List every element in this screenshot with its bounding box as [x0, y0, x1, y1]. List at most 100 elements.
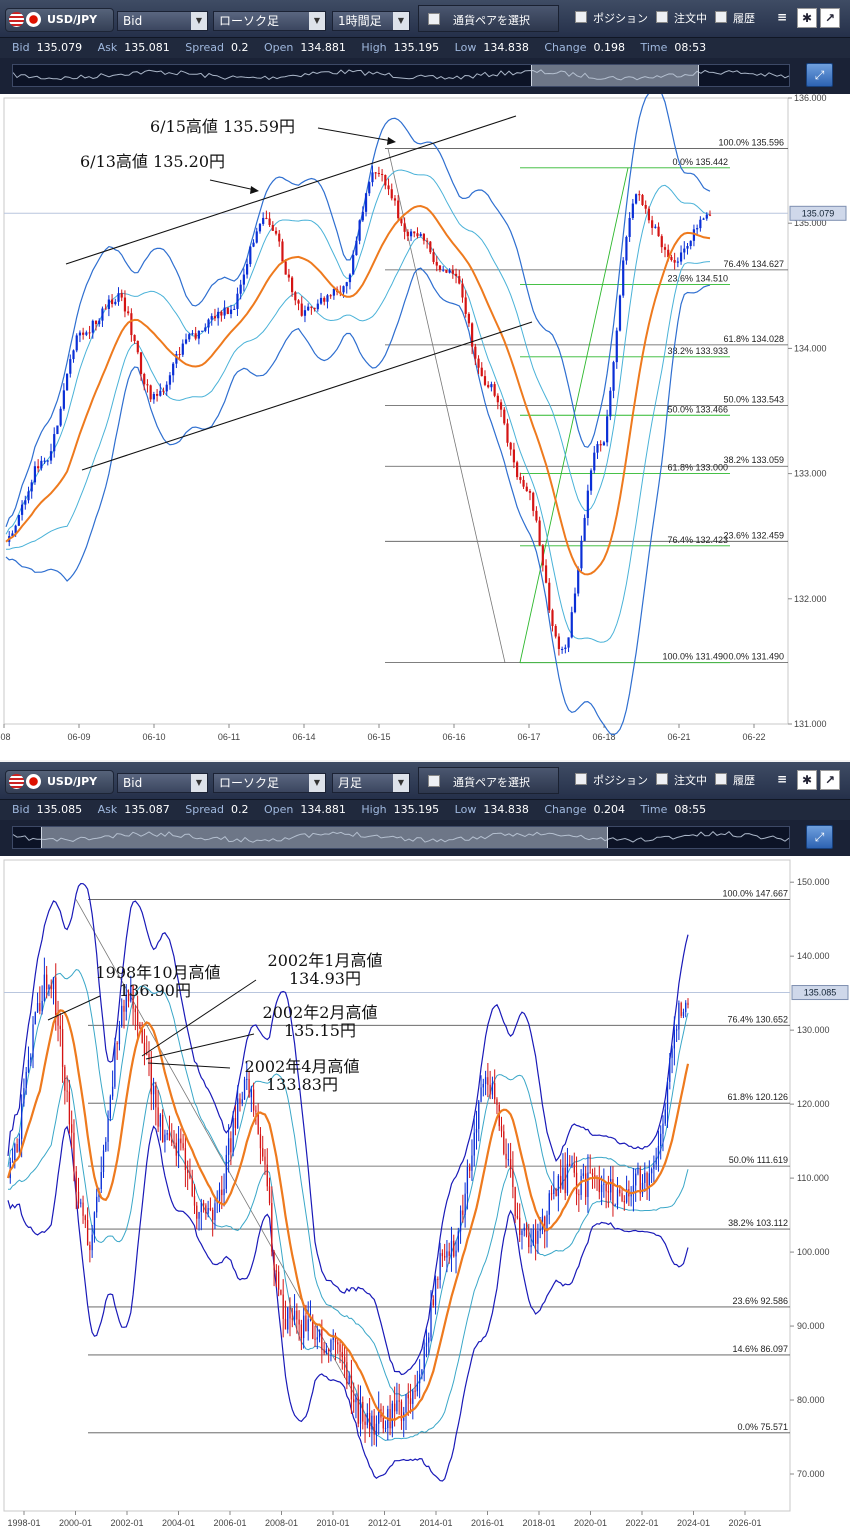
candle-body	[118, 1025, 121, 1045]
candle-body	[575, 1172, 578, 1195]
candle-body	[619, 1189, 621, 1194]
select-pair-button[interactable]: 通貨ペアを選択	[418, 767, 559, 794]
timeframe-select[interactable]: 月足 ▼	[332, 773, 410, 793]
candle-body	[607, 1191, 610, 1193]
candle-body	[105, 1141, 107, 1151]
candle-body	[593, 452, 596, 471]
candle-body	[539, 1228, 541, 1231]
candle-body	[252, 1089, 255, 1111]
candle-body	[297, 300, 300, 304]
candle-body	[226, 307, 229, 314]
candle-body	[514, 1187, 516, 1217]
order-label: 注文中	[674, 774, 707, 787]
candle-body	[75, 335, 78, 351]
candle-body	[275, 1270, 278, 1272]
position-checkbox[interactable]	[575, 11, 587, 23]
open-label: Open	[263, 803, 294, 816]
chart-toolbar: USD/JPY Bid ▼ ローソク足 ▼ 月足 ▼ 通貨ペアを選択 ポジション 注文…	[0, 762, 850, 800]
candle-body	[59, 408, 62, 426]
timeframe-value: 1時間足	[338, 14, 382, 28]
candle-body	[93, 1212, 96, 1235]
menu-icon[interactable]: ≡	[772, 770, 792, 790]
candle-body	[18, 1138, 21, 1152]
candle-body	[641, 1182, 644, 1194]
history-checkbox[interactable]	[715, 773, 727, 785]
candle-body	[422, 233, 425, 241]
chart-type-select[interactable]: ローソク足 ▼	[213, 11, 326, 31]
order-checkbox[interactable]	[656, 773, 668, 785]
candle-body	[310, 306, 313, 308]
hourly-candlestick-chart[interactable]: 136.000135.000134.000133.000132.000131.0…	[0, 94, 850, 760]
order-checkbox[interactable]	[656, 11, 668, 23]
currency-pair-badge[interactable]: USD/JPY	[5, 8, 114, 32]
x-tick-label: 2018-01	[522, 1518, 555, 1528]
history-checkbox[interactable]	[715, 11, 727, 23]
navigator-window[interactable]	[41, 827, 608, 848]
candle-body	[663, 247, 667, 250]
select-pair-label: 通貨ペアを選択	[453, 776, 530, 789]
candle-body	[362, 1401, 364, 1422]
spread-label: Spread	[185, 803, 224, 816]
gear-icon[interactable]: ✱	[797, 8, 817, 28]
price-type-value: Bid	[123, 776, 143, 790]
navigator-track[interactable]	[12, 64, 790, 87]
navigator-window[interactable]	[531, 65, 699, 86]
fib-label: 0.0% 75.571	[737, 1422, 788, 1432]
candle-body	[686, 246, 689, 249]
candle-body	[273, 1251, 275, 1271]
candle-body	[314, 1338, 316, 1340]
select-pair-button[interactable]: 通貨ペアを選択	[418, 5, 559, 32]
candle-body	[680, 1003, 682, 1016]
candle-body	[53, 434, 56, 452]
candle-body	[503, 1131, 505, 1154]
candle-body	[554, 626, 557, 637]
candle-body	[313, 307, 316, 310]
candle-body	[530, 1245, 532, 1248]
candle-body	[221, 1189, 223, 1196]
candle-body	[229, 309, 233, 314]
position-checkbox[interactable]	[575, 773, 587, 785]
price-type-select[interactable]: Bid ▼	[117, 773, 208, 793]
annotation-label: 135.15円	[284, 1021, 356, 1040]
candle-body	[136, 341, 139, 353]
candle-body	[214, 1203, 216, 1221]
x-tick-label: 2014-01	[419, 1518, 452, 1528]
candle-body	[223, 307, 226, 316]
fib-label: 100.0% 147.667	[722, 888, 788, 898]
candle-body	[230, 1138, 232, 1153]
popout-icon[interactable]: ↗	[820, 770, 840, 790]
candle-body	[316, 303, 319, 310]
candle-body	[461, 283, 464, 298]
fit-chart-button[interactable]: ⤢	[806, 63, 833, 87]
price-type-select[interactable]: Bid ▼	[117, 11, 208, 31]
select-pair-checkbox[interactable]	[428, 13, 440, 25]
popout-icon[interactable]: ↗	[820, 8, 840, 28]
fib-label-green: 76.4% 132.423	[667, 535, 728, 545]
candle-body	[405, 1394, 407, 1413]
candle-body	[647, 208, 651, 221]
candle-body	[457, 1231, 459, 1251]
fib-label: 100.0% 135.596	[718, 138, 784, 148]
candle-body	[577, 568, 580, 594]
candle-body	[368, 1412, 371, 1430]
fit-chart-button[interactable]: ⤢	[806, 825, 833, 849]
timeframe-select[interactable]: 1時間足 ▼	[332, 11, 410, 31]
chart-type-select[interactable]: ローソク足 ▼	[213, 773, 326, 793]
navigator-track[interactable]	[12, 826, 790, 849]
chart-type-value: ローソク足	[219, 776, 280, 790]
candle-body	[121, 1005, 123, 1026]
monthly-candlestick-chart[interactable]: 150.000 140.000 130.000 120.000 110.000 100.0…	[0, 856, 850, 1533]
currency-pair-badge[interactable]: USD/JPY	[5, 770, 114, 794]
select-pair-checkbox[interactable]	[428, 775, 440, 787]
annotation-label: 1998年10月高値	[95, 963, 220, 982]
price-type-value: Bid	[123, 14, 143, 28]
fib-label: 61.8% 120.126	[727, 1092, 788, 1102]
chart-window-hourly: USD/JPY Bid ▼ ローソク足 ▼ 1時間足 ▼ 通貨ペアを選択 ポジション …	[0, 0, 850, 760]
candle-body	[609, 390, 612, 417]
menu-icon[interactable]: ≡	[772, 8, 792, 28]
gear-icon[interactable]: ✱	[797, 770, 817, 790]
annotation-label: 133.83円	[266, 1075, 338, 1094]
candle-body	[623, 1200, 625, 1203]
candle-body	[368, 182, 371, 194]
candle-body	[198, 1212, 200, 1219]
